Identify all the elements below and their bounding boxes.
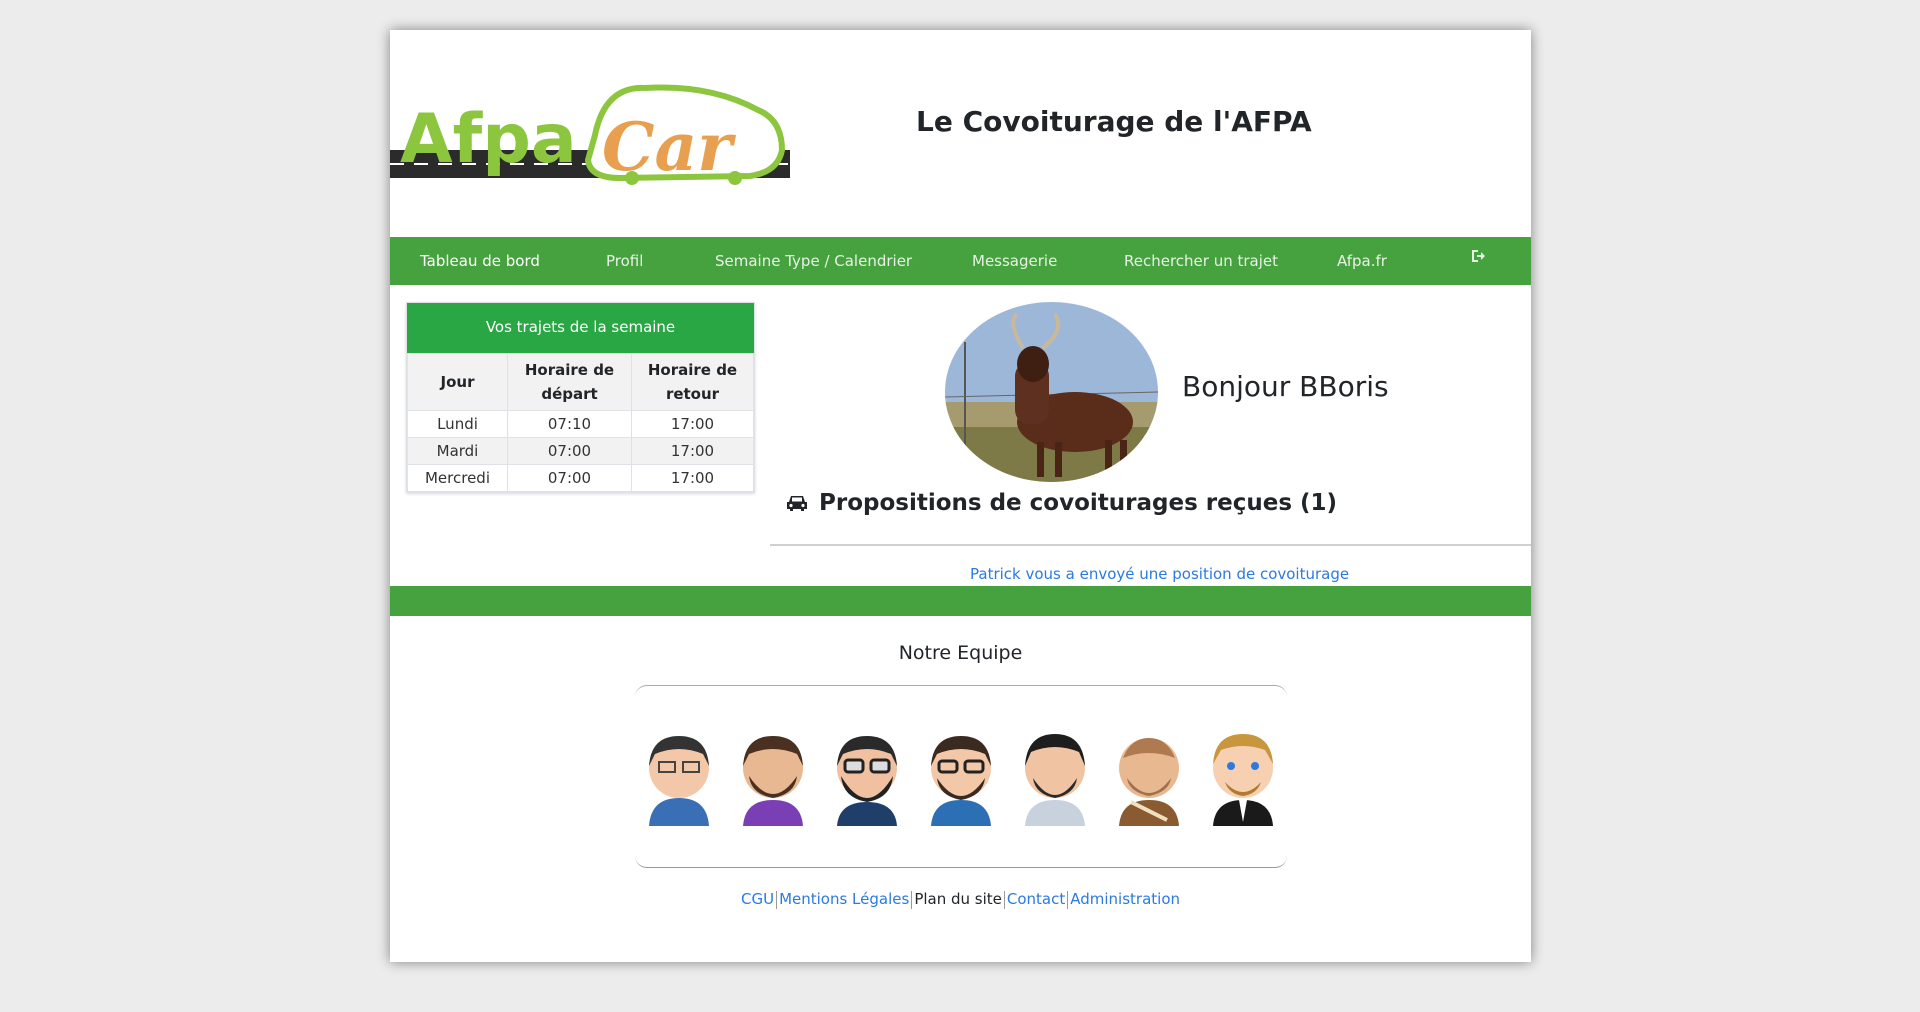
footer-links: CGU Mentions Légales Plan du site Contact Ad… bbox=[390, 890, 1531, 909]
table-cell: 07:10 bbox=[507, 410, 632, 438]
proposals-heading: Propositions de covoiturages reçues (1) bbox=[785, 490, 1337, 516]
team-box bbox=[635, 685, 1287, 868]
footer-separator bbox=[911, 890, 913, 909]
footer-sitemap[interactable]: Plan du site bbox=[914, 890, 1002, 908]
goat-photo bbox=[945, 302, 1158, 482]
header: Afpa Car Le Covoiturage de l'AFPA bbox=[390, 30, 1531, 237]
team-member-avatar bbox=[1025, 734, 1085, 826]
table-cell: Lundi bbox=[407, 410, 508, 438]
team-member-avatar bbox=[1213, 734, 1273, 826]
nav-profile[interactable]: Profil bbox=[606, 252, 643, 270]
proposals-title: Propositions de covoiturages reçues (1) bbox=[819, 490, 1338, 516]
col-header-day: Jour bbox=[407, 353, 508, 411]
table-cell: 17:00 bbox=[631, 464, 754, 492]
team-title: Notre Equipe bbox=[898, 642, 1023, 664]
proposal-link[interactable]: Patrick vous a envoyé une position de co… bbox=[970, 565, 1349, 583]
footer-link-cgu[interactable]: CGU bbox=[741, 890, 774, 908]
page: Afpa Car Le Covoiturage de l'AFPA Tablea… bbox=[390, 30, 1531, 962]
table-row: Lundi 07:10 17:00 bbox=[407, 410, 754, 438]
svg-text:Car: Car bbox=[602, 108, 736, 186]
table-cell: Mercredi bbox=[407, 464, 508, 492]
green-separator-bar bbox=[390, 586, 1531, 616]
col-header-departure: Horaire de départ bbox=[507, 353, 632, 411]
footer-link-contact[interactable]: Contact bbox=[1007, 890, 1065, 908]
team-member-avatar bbox=[1119, 738, 1179, 826]
footer-separator bbox=[1067, 890, 1069, 909]
footer-link-admin[interactable]: Administration bbox=[1070, 890, 1180, 908]
divider bbox=[770, 544, 1531, 546]
svg-text:Afpa: Afpa bbox=[400, 100, 577, 179]
table-row: Mardi 07:00 17:00 bbox=[407, 437, 754, 465]
table-cell: 17:00 bbox=[631, 437, 754, 465]
table-cell: 17:00 bbox=[631, 410, 754, 438]
nav-messages[interactable]: Messagerie bbox=[972, 252, 1057, 270]
footer-separator bbox=[776, 890, 778, 909]
table-cell: 07:00 bbox=[507, 464, 632, 492]
col-header-return: Horaire de retour bbox=[631, 353, 754, 411]
table-cell: Mardi bbox=[407, 437, 508, 465]
sign-out-icon bbox=[1472, 250, 1485, 262]
week-trips-card: Vos trajets de la semaine Jour Horaire d… bbox=[406, 302, 755, 493]
user-avatar bbox=[945, 302, 1158, 482]
week-trips-table: Jour Horaire de départ Horaire de retour… bbox=[407, 353, 754, 492]
team-member-avatar bbox=[931, 736, 991, 826]
nav-afpa-fr[interactable]: Afpa.fr bbox=[1337, 252, 1387, 270]
footer-separator bbox=[1003, 890, 1005, 909]
table-row: Mercredi 07:00 17:00 bbox=[407, 464, 754, 492]
car-icon bbox=[787, 496, 807, 511]
greeting: Bonjour BBoris bbox=[1182, 370, 1389, 403]
afpacar-logo[interactable]: Afpa Car bbox=[390, 80, 790, 220]
site-title: Le Covoiturage de l'AFPA bbox=[916, 105, 1312, 138]
nav-dashboard[interactable]: Tableau de bord bbox=[420, 252, 540, 270]
nav-calendar[interactable]: Semaine Type / Calendrier bbox=[715, 252, 912, 270]
team-member-avatar bbox=[743, 736, 803, 826]
main-navbar: Tableau de bord Profil Semaine Type / Ca… bbox=[390, 237, 1531, 285]
team-member-avatar bbox=[837, 736, 897, 826]
nav-search-trip[interactable]: Rechercher un trajet bbox=[1124, 252, 1278, 270]
footer-link-legal[interactable]: Mentions Légales bbox=[779, 890, 909, 908]
logout-button[interactable] bbox=[1470, 248, 1486, 268]
team-member-avatar bbox=[649, 736, 709, 826]
table-cell: 07:00 bbox=[507, 437, 632, 465]
week-trips-title: Vos trajets de la semaine bbox=[407, 303, 754, 353]
